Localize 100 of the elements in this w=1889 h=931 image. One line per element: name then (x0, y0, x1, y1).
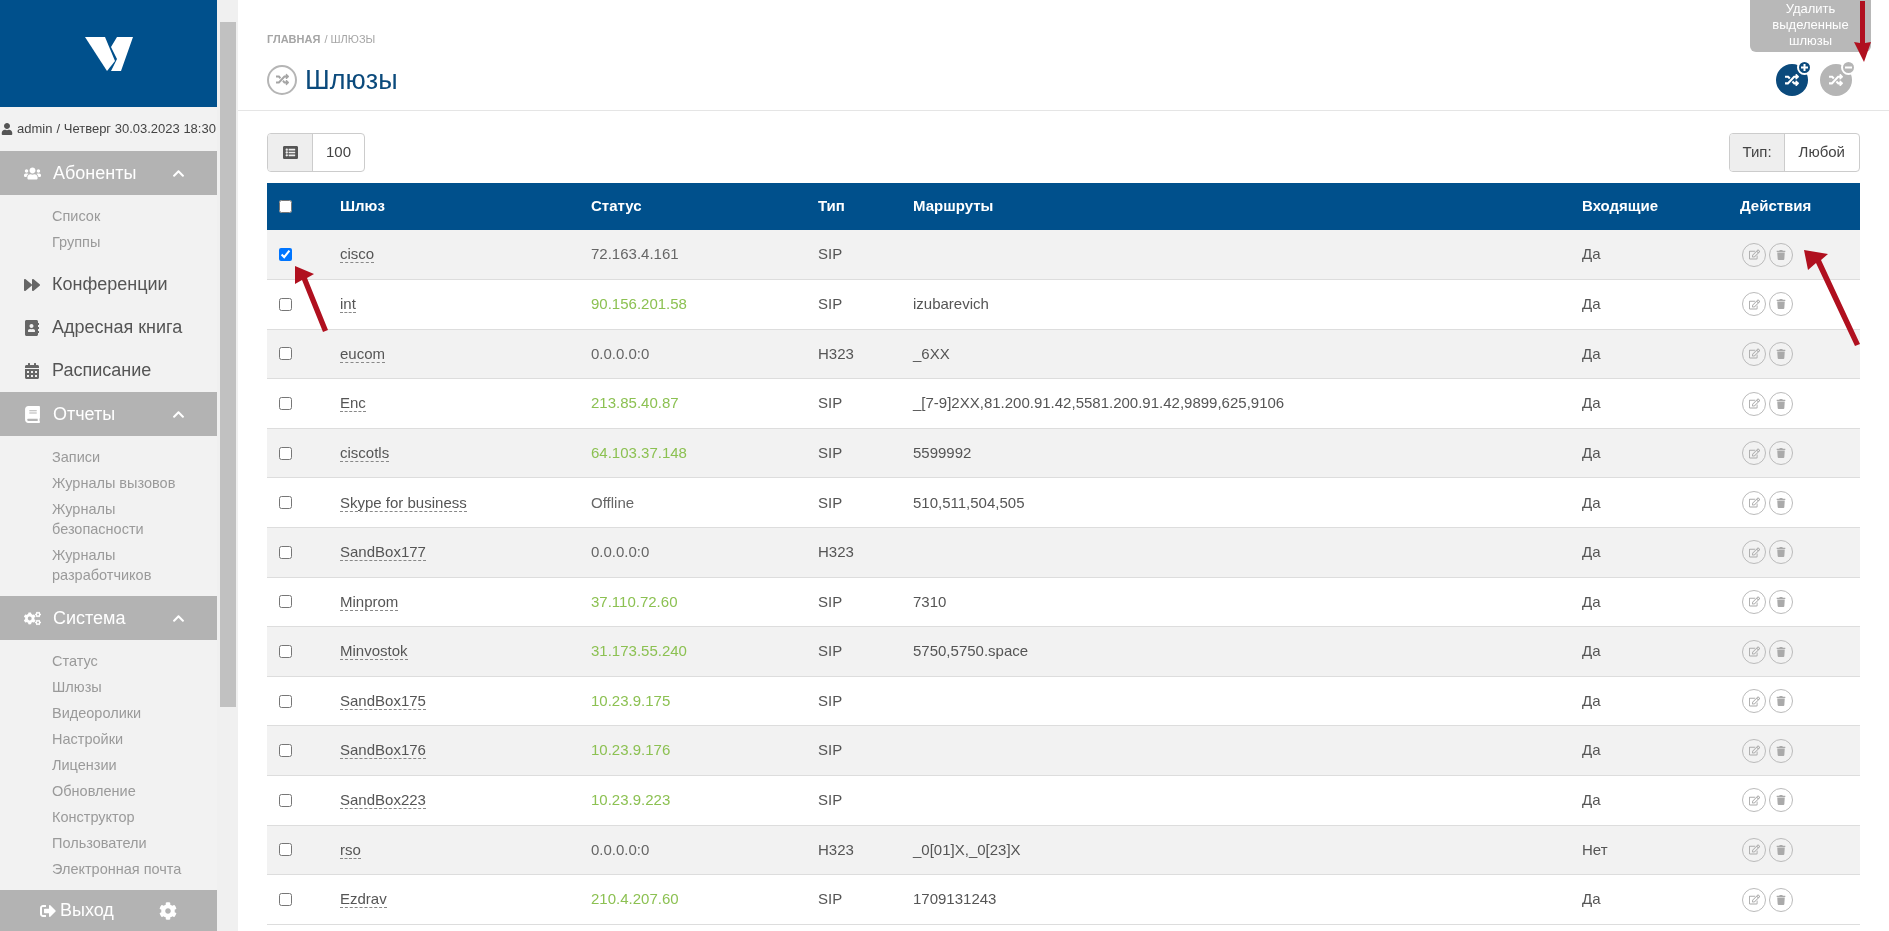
type-text: SIP (818, 245, 843, 263)
column-header: Маршруты (913, 183, 1582, 230)
row-checkbox[interactable] (279, 397, 292, 411)
gateway-link[interactable]: int (340, 295, 356, 314)
gateway-link[interactable]: ciscotls (340, 443, 390, 462)
incoming-text: Да (1582, 394, 1601, 412)
row-checkbox[interactable] (279, 297, 292, 311)
tooltip: Удалить выделенные шлюзы (1750, 0, 1871, 52)
menu-item[interactable]: Настройки (52, 726, 209, 753)
column-header: Статус (591, 183, 818, 230)
row-checkbox[interactable] (279, 496, 292, 510)
edit-icon (1748, 497, 1760, 509)
gateway-link[interactable]: SandBox223 (340, 791, 426, 810)
menu-item[interactable]: Журналы разработчиков (52, 542, 209, 589)
gateway-link[interactable]: cisco (340, 245, 375, 264)
gears-icon (24, 609, 41, 627)
menu-item[interactable]: Видеоролики (52, 700, 209, 727)
edit-icon (1748, 745, 1760, 757)
gateway-link[interactable]: SandBox177 (340, 543, 426, 562)
annotation-arrow (295, 266, 328, 332)
section-header[interactable]: Система (0, 596, 217, 641)
incoming-text: Да (1582, 443, 1601, 461)
menu-item[interactable]: Обновление (52, 778, 209, 805)
section-header[interactable]: Абоненты (0, 151, 217, 196)
type-filter[interactable]: Тип: Любой (1729, 133, 1860, 172)
list-icon (282, 145, 298, 160)
type-text: SIP (818, 890, 843, 908)
row-checkbox[interactable] (279, 545, 292, 559)
type-text: H323 (818, 344, 854, 362)
trash-icon (1776, 547, 1786, 558)
settings-icon[interactable] (159, 901, 177, 920)
menu-item[interactable]: Группы (52, 229, 209, 256)
row-checkbox[interactable] (279, 248, 292, 262)
incoming-text: Да (1582, 642, 1601, 660)
status-text: 0.0.0.0:0 (591, 840, 650, 858)
row-checkbox[interactable] (279, 694, 292, 708)
logo-icon (84, 36, 133, 71)
type-text: SIP (818, 443, 843, 461)
minus-icon (1841, 60, 1856, 75)
date-time: / Четверг 30.03.2023 18:30 (56, 120, 216, 139)
gateway-link[interactable]: rso (340, 840, 361, 859)
gateway-link[interactable]: SandBox176 (340, 741, 426, 760)
menu-item[interactable]: Электронная почта (52, 856, 209, 883)
routes-text: 7310 (913, 592, 947, 610)
menu-item[interactable]: Список (52, 203, 209, 230)
routes-text: 5750,5750.space (913, 642, 1029, 660)
gateway-link[interactable]: SandBox175 (340, 691, 426, 710)
row-checkbox[interactable] (279, 793, 292, 807)
nav-item[interactable]: Адресная книга (0, 306, 217, 350)
row-checkbox[interactable] (279, 595, 292, 609)
menu-item[interactable]: Журналы вызовов (52, 470, 209, 497)
nav-item[interactable]: Конференции (0, 263, 217, 307)
nav-item[interactable]: Расписание (0, 349, 217, 393)
status-text: 10.23.9.176 (591, 741, 671, 759)
row-checkbox[interactable] (279, 893, 292, 906)
gateway-link[interactable]: Enc (340, 394, 366, 413)
annotation-arrow (1854, 1, 1871, 62)
incoming-text: Да (1582, 543, 1601, 561)
gateway-link[interactable]: Skype for business (340, 493, 467, 512)
gateway-link[interactable]: Minvostok (340, 642, 408, 661)
trash-icon (1776, 894, 1786, 905)
row-checkbox[interactable] (279, 347, 292, 361)
logout-icon (40, 902, 56, 919)
gateway-link[interactable]: Ezdrav (340, 890, 387, 909)
row-checkbox[interactable] (279, 843, 292, 857)
row-checkbox[interactable] (279, 744, 292, 758)
type-text: H323 (818, 840, 854, 858)
user-icon (1, 123, 14, 136)
gateway-link[interactable]: Minprom (340, 592, 399, 611)
breadcrumb-link[interactable]: ГЛАВНАЯ (267, 31, 321, 48)
trash-icon (1776, 497, 1786, 508)
page-size-selector[interactable]: 100 (267, 133, 366, 172)
section-header[interactable]: Отчеты (0, 392, 217, 437)
select-all-checkbox[interactable] (279, 200, 292, 213)
trash-icon (1776, 844, 1786, 855)
shuffle-icon (1785, 73, 1799, 87)
row-checkbox[interactable] (279, 446, 292, 460)
incoming-text: Да (1582, 245, 1601, 263)
menu-item[interactable]: Лицензии (52, 752, 209, 779)
type-text: SIP (818, 295, 843, 313)
edit-icon (1748, 447, 1760, 459)
scrollbar[interactable] (217, 0, 238, 931)
status-text: 90.156.201.58 (591, 295, 687, 313)
menu-item[interactable]: Шлюзы (52, 674, 209, 701)
column-header: Входящие (1582, 183, 1740, 230)
edit-icon (1748, 249, 1760, 261)
row-checkbox[interactable] (279, 645, 292, 659)
incoming-text: Да (1582, 295, 1601, 313)
gateway-link[interactable]: eucom (340, 344, 386, 363)
edit-icon (1748, 844, 1760, 856)
user-name: admin (17, 120, 53, 139)
menu-item[interactable]: Конструктор (52, 804, 209, 831)
menu-item[interactable]: Записи (52, 444, 209, 471)
menu-item[interactable]: Пользователи (52, 830, 209, 857)
routes-text: _0[01]X,_0[23]X (913, 840, 1021, 858)
menu-item[interactable]: Журналы безопасности (52, 496, 209, 543)
edit-icon (1748, 646, 1760, 658)
type-text: H323 (818, 543, 854, 561)
menu-item[interactable]: Статус (52, 648, 209, 675)
status-text: 10.23.9.223 (591, 791, 671, 809)
